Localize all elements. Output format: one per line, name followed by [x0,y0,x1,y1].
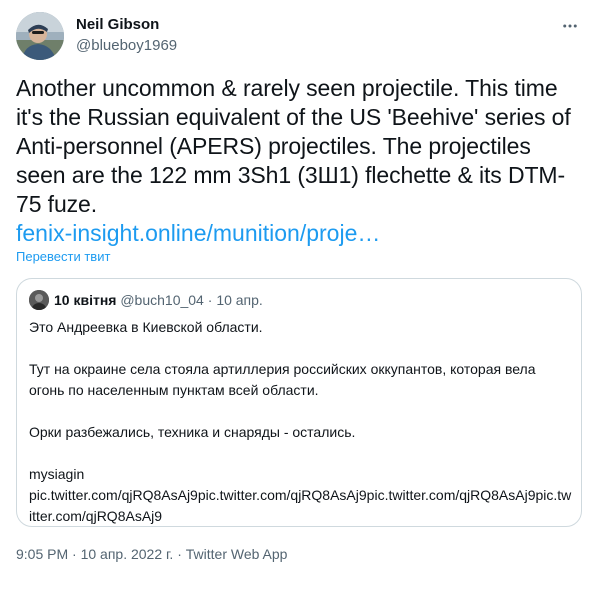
quote-author-handle: @buch10_04 [120,292,204,308]
quote-spacer [29,338,574,359]
avatar-photo [16,12,64,60]
quote-line: pic.twitter.com/qjRQ8AsAj9pic.twitter.co… [29,487,572,524]
quote-line: mysiagin [29,466,85,482]
footer-separator: · [72,546,77,562]
tweet-time[interactable]: 9:05 PM [16,546,68,562]
quote-date: 10 апр. [216,292,263,308]
quote-spacer [29,401,574,422]
author-name[interactable]: Neil Gibson [76,15,159,35]
more-horizontal-icon [563,24,577,28]
tweet: Neil Gibson @blueboy1969 Another uncommo… [0,0,592,590]
translate-tweet-link[interactable]: Перевести твит [16,249,110,265]
quote-avatar [29,290,49,310]
quote-text: Это Андреевка в Киевской области. Тут на… [29,317,574,527]
quote-header: 10 квітня @buch10_04 · 10 апр. [54,291,263,309]
tweet-source[interactable]: Twitter Web App [186,546,288,562]
tweet-link[interactable]: fenix-insight.online/munition/proje… [16,219,380,248]
quote-line: Это Андреевка в Киевской области. [29,319,263,335]
tweet-footer: 9:05 PM · 10 апр. 2022 г. · Twitter Web … [16,545,287,563]
author-handle[interactable]: @blueboy1969 [76,36,177,56]
quote-author-name: 10 квітня [54,292,117,308]
more-button[interactable] [558,14,582,38]
tweet-date[interactable]: 10 апр. 2022 г. [81,546,174,562]
tweet-text: Another uncommon & rarely seen projectil… [16,75,576,217]
quote-avatar-photo [29,290,49,310]
quote-line: Тут на окраине села стояла артиллерия ро… [29,361,536,398]
quoted-tweet[interactable]: 10 квітня @buch10_04 · 10 апр. Это Андре… [16,278,582,527]
quote-spacer [29,443,574,464]
quote-line: Орки разбежались, техника и снаряды - ос… [29,424,356,440]
quote-separator: · [207,292,213,308]
footer-separator: · [177,546,182,562]
avatar[interactable] [16,12,64,60]
